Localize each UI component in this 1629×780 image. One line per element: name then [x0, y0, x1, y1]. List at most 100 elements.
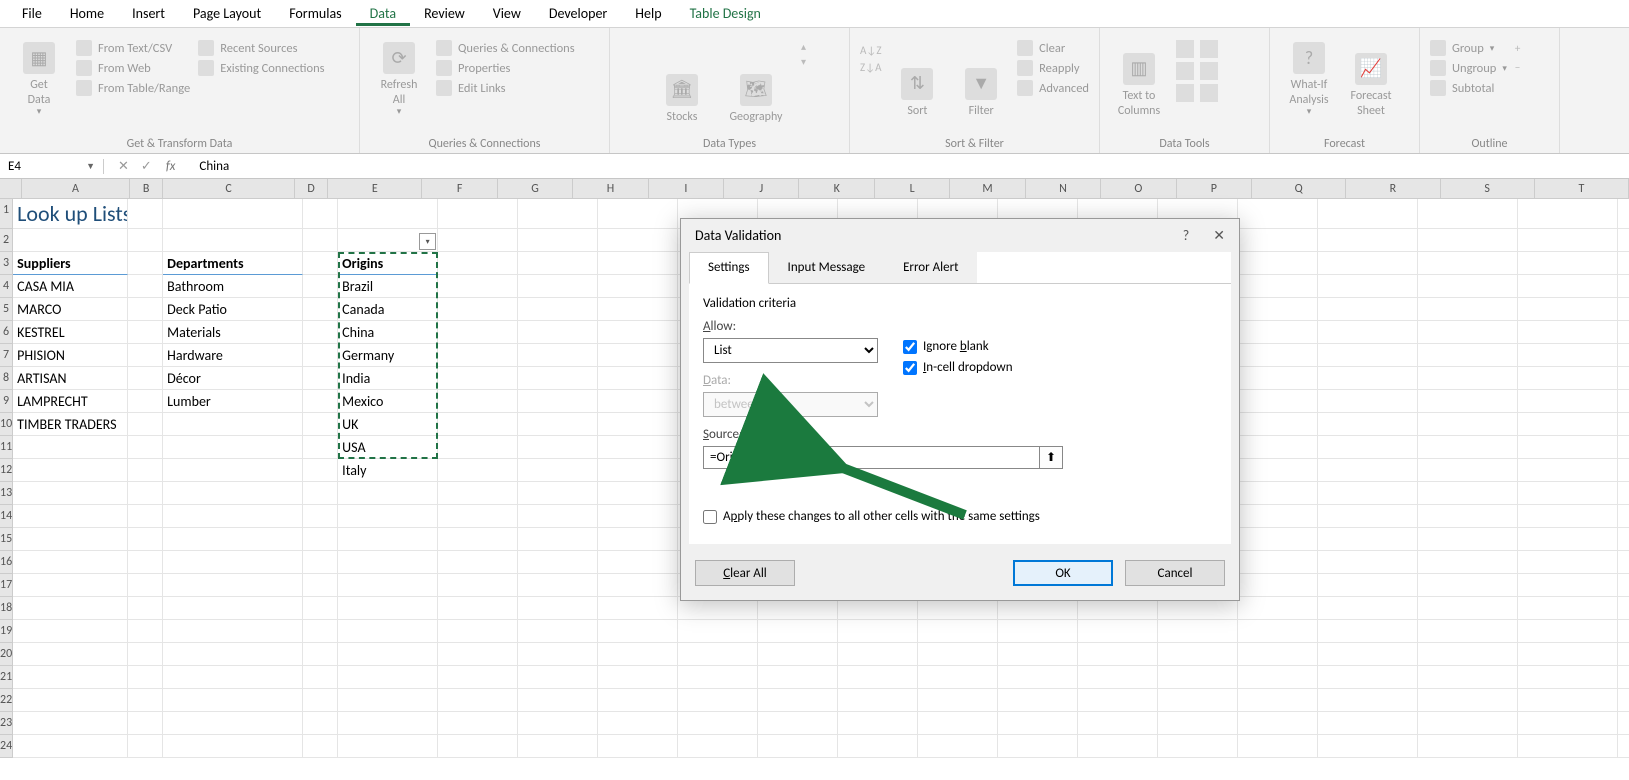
cell-A7[interactable]: PHISION — [13, 344, 128, 367]
row-header-4[interactable]: 4 — [0, 275, 13, 298]
cell-P14[interactable] — [1238, 505, 1318, 528]
cell-D16[interactable] — [303, 551, 338, 574]
cell-K22[interactable] — [838, 689, 918, 712]
cell-T15[interactable] — [1618, 528, 1629, 551]
cell-P8[interactable] — [1238, 367, 1318, 390]
cell-N19[interactable] — [1078, 620, 1158, 643]
cell-A9[interactable]: LAMPRECHT — [13, 390, 128, 413]
row-header-16[interactable]: 16 — [0, 551, 13, 574]
cell-T2[interactable] — [1618, 229, 1629, 252]
col-header-p[interactable]: P — [1177, 179, 1252, 198]
menu-data[interactable]: Data — [356, 1, 410, 26]
cell-L20[interactable] — [918, 643, 998, 666]
data-validation-icon[interactable] — [1176, 62, 1194, 80]
cell-L24[interactable] — [918, 735, 998, 758]
cell-E19[interactable] — [338, 620, 438, 643]
fx-icon[interactable]: fx — [166, 159, 176, 174]
cell-E15[interactable] — [338, 528, 438, 551]
col-header-e[interactable]: E — [328, 179, 422, 198]
cell-H3[interactable] — [598, 252, 678, 275]
menu-page-layout[interactable]: Page Layout — [179, 1, 275, 26]
col-header-b[interactable]: B — [130, 179, 163, 198]
cell-H13[interactable] — [598, 482, 678, 505]
cell-F21[interactable] — [438, 666, 518, 689]
cell-Q14[interactable] — [1318, 505, 1418, 528]
row-header-19[interactable]: 19 — [0, 620, 13, 643]
cell-T24[interactable] — [1618, 735, 1629, 758]
cell-D20[interactable] — [303, 643, 338, 666]
cell-S14[interactable] — [1518, 505, 1618, 528]
row-header-18[interactable]: 18 — [0, 597, 13, 620]
source-input[interactable] — [703, 446, 1039, 469]
cell-C13[interactable] — [163, 482, 303, 505]
cell-R3[interactable] — [1418, 252, 1518, 275]
cell-E4[interactable]: Brazil — [338, 275, 438, 298]
text-to-columns-button[interactable]: ▥Text to Columns — [1110, 34, 1168, 118]
cell-P11[interactable] — [1238, 436, 1318, 459]
cell-Q7[interactable] — [1318, 344, 1418, 367]
apply-changes-checkbox[interactable] — [703, 510, 717, 524]
row-header-22[interactable]: 22 — [0, 689, 13, 712]
cell-A6[interactable]: KESTREL — [13, 321, 128, 344]
cell-P5[interactable] — [1238, 298, 1318, 321]
cell-T17[interactable] — [1618, 574, 1629, 597]
cell-G21[interactable] — [518, 666, 598, 689]
cell-I23[interactable] — [678, 712, 758, 735]
cell-Q3[interactable] — [1318, 252, 1418, 275]
menu-file[interactable]: File — [8, 1, 56, 26]
sort-desc-icon[interactable]: Z↓A — [860, 61, 881, 74]
cell-S8[interactable] — [1518, 367, 1618, 390]
cell-R22[interactable] — [1418, 689, 1518, 712]
cell-S6[interactable] — [1518, 321, 1618, 344]
cell-T5[interactable] — [1618, 298, 1629, 321]
cell-A5[interactable]: MARCO — [13, 298, 128, 321]
cell-R12[interactable] — [1418, 459, 1518, 482]
cell-A17[interactable] — [13, 574, 128, 597]
cell-B7[interactable] — [128, 344, 163, 367]
cell-O23[interactable] — [1158, 712, 1238, 735]
cell-B10[interactable] — [128, 413, 163, 436]
cell-A22[interactable] — [13, 689, 128, 712]
cell-R9[interactable] — [1418, 390, 1518, 413]
cell-F13[interactable] — [438, 482, 518, 505]
cell-B13[interactable] — [128, 482, 163, 505]
range-selector-icon[interactable]: ⬆ — [1039, 446, 1063, 469]
cell-F1[interactable] — [438, 199, 518, 229]
cell-N21[interactable] — [1078, 666, 1158, 689]
cell-Q19[interactable] — [1318, 620, 1418, 643]
cell-Q11[interactable] — [1318, 436, 1418, 459]
cell-T21[interactable] — [1618, 666, 1629, 689]
accept-formula-icon[interactable]: ✓ — [141, 159, 152, 174]
col-header-q[interactable]: Q — [1252, 179, 1346, 198]
cell-Q2[interactable] — [1318, 229, 1418, 252]
cell-H5[interactable] — [598, 298, 678, 321]
cell-P18[interactable] — [1238, 597, 1318, 620]
what-if-analysis-button[interactable]: ?What-If Analysis▾ — [1280, 34, 1338, 118]
cell-K21[interactable] — [838, 666, 918, 689]
cell-C18[interactable] — [163, 597, 303, 620]
cell-D11[interactable] — [303, 436, 338, 459]
col-header-s[interactable]: S — [1441, 179, 1535, 198]
cell-C12[interactable] — [163, 459, 303, 482]
cell-F3[interactable] — [438, 252, 518, 275]
cell-F14[interactable] — [438, 505, 518, 528]
cell-N22[interactable] — [1078, 689, 1158, 712]
cell-M21[interactable] — [998, 666, 1078, 689]
cell-H24[interactable] — [598, 735, 678, 758]
cell-E9[interactable]: Mexico — [338, 390, 438, 413]
cell-G4[interactable] — [518, 275, 598, 298]
cell-C2[interactable] — [163, 229, 303, 252]
cell-G8[interactable] — [518, 367, 598, 390]
cell-R11[interactable] — [1418, 436, 1518, 459]
cell-Q16[interactable] — [1318, 551, 1418, 574]
menu-developer[interactable]: Developer — [535, 1, 621, 26]
cell-G19[interactable] — [518, 620, 598, 643]
cell-R19[interactable] — [1418, 620, 1518, 643]
col-header-f[interactable]: F — [422, 179, 497, 198]
cell-H20[interactable] — [598, 643, 678, 666]
cell-Q1[interactable] — [1318, 199, 1418, 229]
cell-A20[interactable] — [13, 643, 128, 666]
col-header-d[interactable]: D — [295, 179, 328, 198]
cell-Q13[interactable] — [1318, 482, 1418, 505]
cell-D15[interactable] — [303, 528, 338, 551]
